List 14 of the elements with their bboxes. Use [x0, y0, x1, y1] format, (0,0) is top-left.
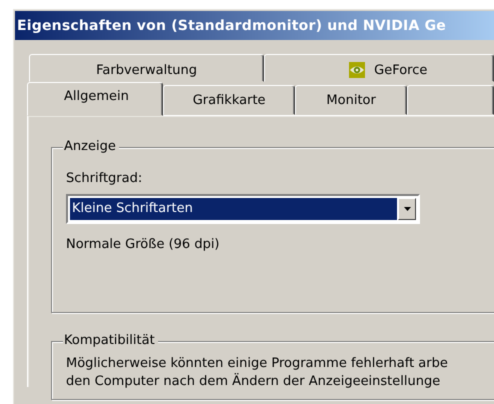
tab[interactable]: Grafikkarte: [163, 85, 295, 115]
dropdown[interactable]: Kleine Schriftarten: [66, 194, 420, 224]
tab[interactable]: [407, 85, 494, 115]
label: Schriftgrad:: [66, 170, 144, 188]
label: Normale Größe (96 dpi): [66, 236, 221, 254]
group-title: Anzeige: [63, 139, 119, 155]
tab[interactable]: Farbverwaltung: [29, 54, 264, 82]
tab[interactable]: Allgemein: [27, 82, 164, 116]
paragraph: Möglicherweise könnten einige Programme fehlerhaft arbe den Computer nach dem Ändern der Anzeigeeinstellunge: [66, 355, 449, 391]
group-title: Kompatibilität: [63, 333, 158, 349]
tab[interactable]: Monitor: [294, 85, 408, 115]
eye-icon: [349, 62, 366, 78]
tab[interactable]: GeForce: [264, 54, 494, 82]
window-title: Eigenschaften von (Standardmonitor) und NVIDIA Ge: [17, 18, 446, 34]
